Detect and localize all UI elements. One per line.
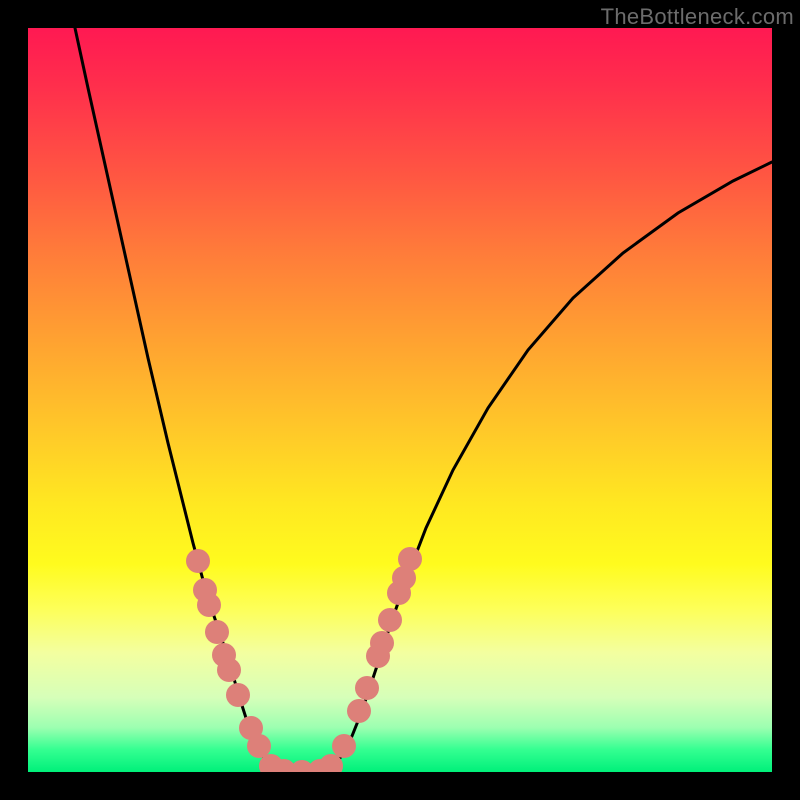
bottleneck-curve-chart [28, 28, 772, 772]
watermark-text: TheBottleneck.com [601, 4, 794, 30]
data-point-marker [205, 620, 229, 644]
bottleneck-curve [75, 28, 772, 772]
data-point-marker [226, 683, 250, 707]
data-point-marker [398, 547, 422, 571]
data-point-marker [197, 593, 221, 617]
data-point-marker [370, 631, 394, 655]
data-point-marker [247, 734, 271, 758]
data-point-marker [347, 699, 371, 723]
data-point-marker [332, 734, 356, 758]
data-point-marker [186, 549, 210, 573]
data-point-marker [378, 608, 402, 632]
data-point-marker [355, 676, 379, 700]
data-point-marker [217, 658, 241, 682]
